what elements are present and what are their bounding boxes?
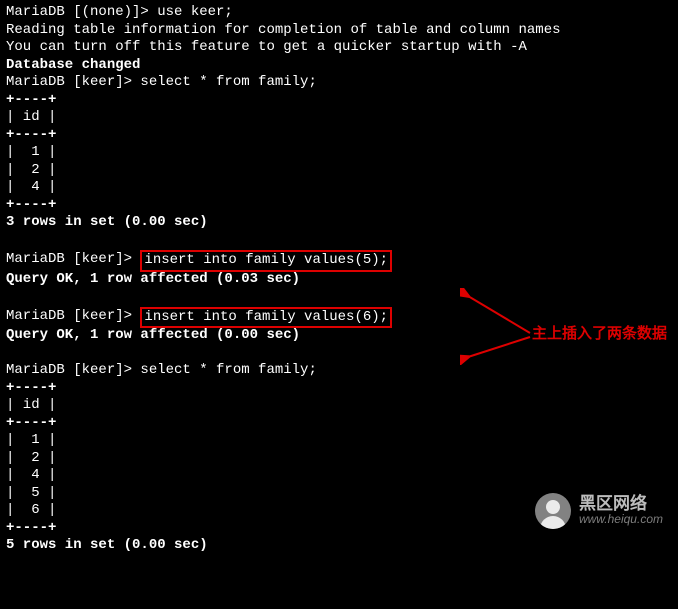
table-border: +----+	[6, 415, 672, 433]
result-summary: 5 rows in set (0.00 sec)	[6, 537, 672, 555]
table-border: +----+	[6, 197, 672, 215]
mushroom-icon	[535, 493, 571, 529]
db-changed: Database changed	[6, 57, 672, 75]
insert-line-1: MariaDB [keer]> insert into family value…	[6, 249, 672, 271]
table-header: | id |	[6, 109, 672, 127]
table-border: +----+	[6, 127, 672, 145]
table-header: | id |	[6, 397, 672, 415]
insert-line-2: MariaDB [keer]> insert into family value…	[6, 306, 672, 328]
annotation-text: 主上插入了两条数据	[532, 325, 667, 344]
prompt: MariaDB [keer]>	[6, 308, 140, 324]
table-border: +----+	[6, 380, 672, 398]
prompt: MariaDB [keer]>	[6, 251, 140, 267]
terminal-line: Reading table information for completion…	[6, 22, 672, 40]
arrow-2-icon	[460, 335, 540, 365]
terminal-line	[6, 288, 672, 306]
table-row: | 2 |	[6, 450, 672, 468]
highlight-box-2: insert into family values(6);	[140, 307, 392, 329]
highlight-box-1: insert into family values(5);	[140, 250, 392, 272]
query-ok: Query OK, 1 row affected (0.03 sec)	[6, 271, 672, 289]
terminal-line: MariaDB [keer]> select * from family;	[6, 74, 672, 92]
table-row: | 4 |	[6, 179, 672, 197]
watermark-en: www.heiqu.com	[579, 512, 663, 527]
table-row: | 2 |	[6, 162, 672, 180]
table-row: | 4 |	[6, 467, 672, 485]
terminal-line: You can turn off this feature to get a q…	[6, 39, 672, 57]
arrow-1-icon	[460, 288, 540, 338]
terminal-line: MariaDB [(none)]> use keer;	[6, 4, 672, 22]
watermark: 黑区网络 www.heiqu.com	[535, 493, 663, 529]
terminal-line	[6, 232, 672, 250]
watermark-text: 黑区网络 www.heiqu.com	[579, 495, 663, 527]
table-border: +----+	[6, 92, 672, 110]
table-row: | 1 |	[6, 432, 672, 450]
watermark-cn: 黑区网络	[579, 495, 663, 512]
terminal-line: MariaDB [keer]> select * from family;	[6, 362, 672, 380]
result-summary: 3 rows in set (0.00 sec)	[6, 214, 672, 232]
table-row: | 1 |	[6, 144, 672, 162]
terminal-line	[6, 345, 672, 363]
